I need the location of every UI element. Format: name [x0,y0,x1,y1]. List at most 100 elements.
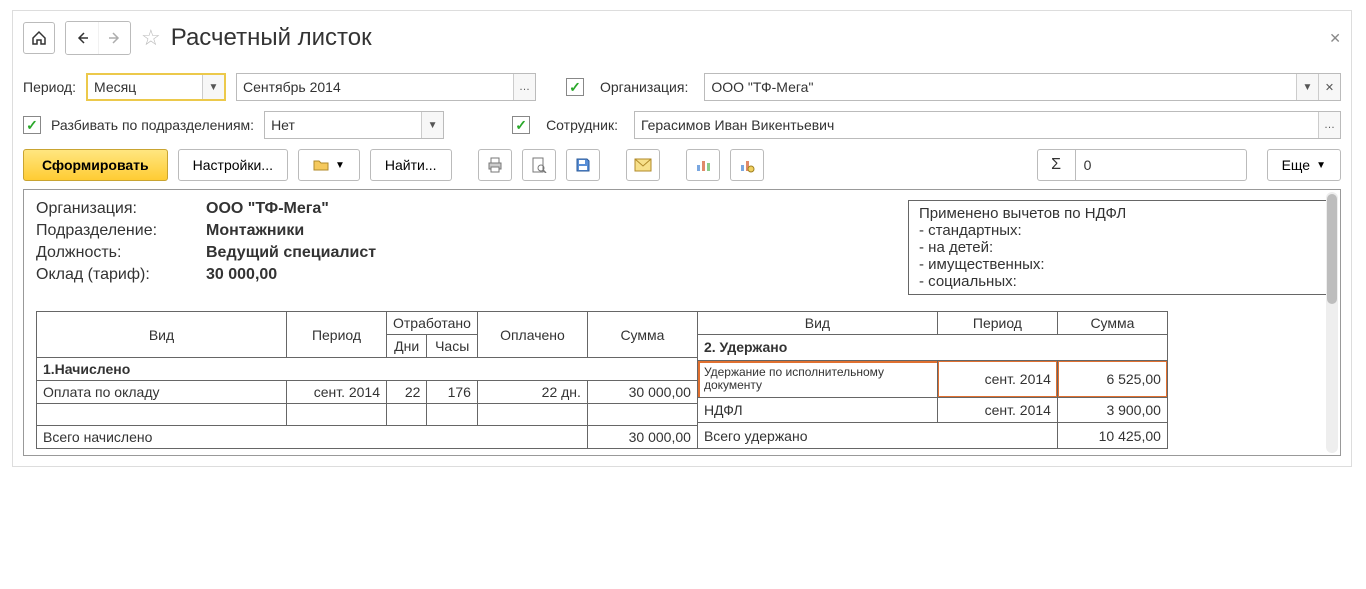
chart-button-1[interactable] [686,149,720,181]
employee-value-text: Герасимов Иван Викентьевич [635,112,1318,138]
split-label: Разбивать по подразделениям: [51,117,254,133]
email-button[interactable] [626,149,660,181]
arrow-left-icon [75,31,89,45]
total-label: Всего начислено [37,426,588,449]
period-value-choose-icon[interactable]: … [513,74,535,100]
ndfl-deductions-box: Применено вычетов по НДФЛ - стандартных:… [908,200,1328,295]
info-org-label: Организация: [36,200,196,218]
col-hours: Часы [427,335,478,358]
col-worked: Отработано [387,312,478,335]
folder-menu-button[interactable]: ▼ [298,149,360,181]
sum-button[interactable]: Σ [1038,150,1076,180]
col-type: Вид [37,312,287,358]
split-dropdown-icon[interactable]: ▼ [421,112,443,138]
employee-checkbox[interactable]: ✓ [512,116,530,134]
period-type-value: Месяц [88,75,202,99]
info-position-value: Ведущий специалист [206,244,376,262]
info-dept-value: Монтажники [206,222,376,240]
col-period: Период [287,312,387,358]
org-filter-checkbox[interactable]: ✓ [566,78,584,96]
save-button[interactable] [566,149,600,181]
more-button[interactable]: Еще ▼ [1267,149,1341,181]
ndfl-item: - имущественных: [919,256,1317,273]
org-value-text: ООО "ТФ-Мега" [705,74,1296,100]
page-title: Расчетный листок [171,24,372,52]
employee-select[interactable]: Герасимов Иван Викентьевич … [634,111,1341,139]
report-area: Организация: ООО "ТФ-Мега" Подразделение… [23,189,1341,456]
nav-back-button[interactable] [66,22,98,54]
info-salary-value: 30 000,00 [206,266,376,284]
favorite-star-icon[interactable]: ☆ [141,25,161,51]
cell-hours: 176 [427,381,478,404]
ndfl-header: Применено вычетов по НДФЛ [919,205,1317,222]
cell-sum: 3 900,00 [1057,397,1167,423]
section-label: 2. Удержано [697,335,1167,361]
scrollbar[interactable] [1326,192,1338,453]
org-select[interactable]: ООО "ТФ-Мега" ▼ ✕ [704,73,1341,101]
cell-sum: 6 525,00 [1057,360,1167,397]
section-row: 1.Начислено [37,358,698,381]
chart-button-2[interactable] [730,149,764,181]
printer-icon [486,157,504,173]
cell-period: сент. 2014 [937,360,1057,397]
org-clear-icon[interactable]: ✕ [1318,74,1340,100]
split-checkbox[interactable]: ✓ [23,116,41,134]
total-sum: 30 000,00 [587,426,697,449]
cell-name: Оплата по окладу [37,381,287,404]
split-select[interactable]: Нет ▼ [264,111,444,139]
ndfl-item: - социальных: [919,273,1317,290]
scrollbar-thumb[interactable] [1327,194,1337,304]
preview-icon [531,157,547,173]
info-dept-label: Подразделение: [36,222,196,240]
period-label: Период: [23,79,76,95]
ndfl-item: - на детей: [919,239,1317,256]
close-button[interactable]: ✕ [1329,30,1341,47]
org-label: Организация: [600,79,688,95]
period-value-input[interactable]: Сентябрь 2014 … [236,73,536,101]
preview-button[interactable] [522,149,556,181]
envelope-icon [634,158,652,172]
cell-name: НДФЛ [697,397,937,423]
settings-button[interactable]: Настройки... [178,149,288,181]
split-value-text: Нет [265,112,421,138]
total-row: Всего удержано 10 425,00 [697,423,1167,449]
total-label: Всего удержано [697,423,1057,449]
ndfl-item: - стандартных: [919,222,1317,239]
chart-config-icon [739,157,755,173]
home-button[interactable] [23,22,55,54]
table-row-highlighted: Удержание по исполнительному документу с… [697,360,1167,397]
period-value-text: Сентябрь 2014 [237,74,513,100]
cell-period: сент. 2014 [937,397,1057,423]
total-row: Всего начислено 30 000,00 [37,426,698,449]
diskette-icon [575,157,591,173]
employee-choose-icon[interactable]: … [1318,112,1340,138]
generate-button[interactable]: Сформировать [23,149,168,181]
col-sum: Сумма [1057,312,1167,335]
col-period: Период [937,312,1057,335]
find-button[interactable]: Найти... [370,149,452,181]
deductions-table: Вид Период Сумма 2. Удержано Удержание п… [697,311,1168,449]
period-type-dropdown-icon[interactable]: ▼ [202,75,224,99]
table-row: Оплата по окладу сент. 2014 22 176 22 дн… [37,381,698,404]
accruals-table: Вид Период Отработано Оплачено Сумма Дни… [36,311,698,449]
home-icon [31,30,47,46]
period-type-select[interactable]: Месяц ▼ [86,73,226,101]
section-row: 2. Удержано [697,335,1167,361]
cell-days: 22 [387,381,427,404]
cell-paid: 22 дн. [477,381,587,404]
total-sum: 10 425,00 [1057,423,1167,449]
info-salary-label: Оклад (тариф): [36,266,196,284]
arrow-right-icon [108,31,122,45]
print-button[interactable] [478,149,512,181]
chevron-down-icon: ▼ [335,160,345,171]
cell-period: сент. 2014 [287,381,387,404]
more-label: Еще [1282,157,1311,173]
org-dropdown-icon[interactable]: ▼ [1296,74,1318,100]
table-row [37,404,698,426]
nav-forward-button[interactable] [98,22,130,54]
sum-value: 0 [1076,150,1246,180]
col-sum: Сумма [587,312,697,358]
info-org-value: ООО "ТФ-Мега" [206,200,376,218]
table-header-row: Вид Период Отработано Оплачено Сумма [37,312,698,335]
sigma-icon: Σ [1051,156,1061,174]
